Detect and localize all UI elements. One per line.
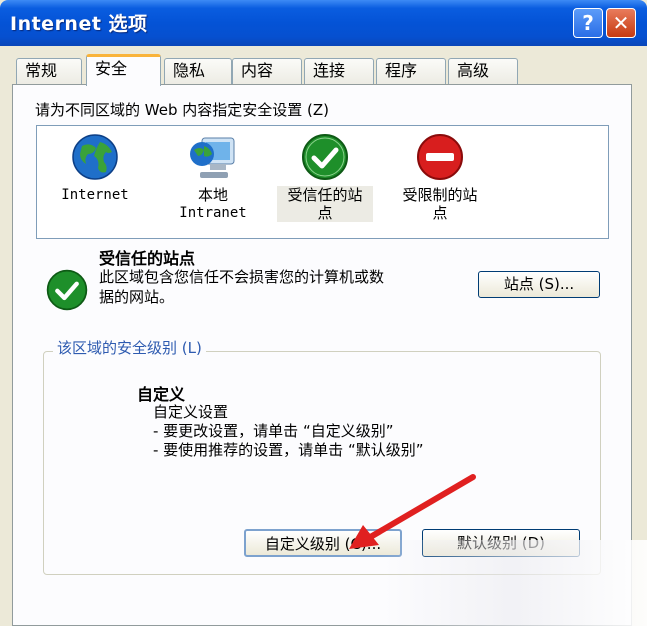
tab-security[interactable]: 安全 [86,54,161,86]
trusted-checkmark-icon [302,134,348,180]
tab-advanced[interactable]: 高级 [448,58,518,85]
zone-prompt: 请为不同区域的 Web 内容指定安全设置 (Z) [35,101,329,119]
selected-zone-description: 此区域包含您信任不会损害您的计算机或数据的网站。 [99,268,385,306]
title-bar[interactable]: Internet 选项 ? ✕ [0,0,647,46]
intranet-icon [190,137,235,178]
globe-icon [72,134,118,180]
tab-content[interactable]: 内容 [232,58,302,85]
zone-trusted-label-2: 点 [277,204,373,222]
tab-general[interactable]: 常规 [16,58,82,85]
tab-connections[interactable]: 连接 [304,58,374,85]
zone-restricted-sites[interactable]: 受限制的站 点 [392,132,488,222]
restricted-icon [417,134,463,180]
trusted-checkmark-icon [46,269,88,311]
internet-options-dialog: Internet 选项 ? ✕ 常规 安全 隐私 内容 连接 程序 高级 请为不… [0,0,647,626]
watermark-smudge [380,540,647,626]
window-title: Internet 选项 [10,13,148,35]
help-button[interactable]: ? [573,8,603,38]
tab-privacy[interactable]: 隐私 [164,58,232,85]
tab-programs[interactable]: 程序 [376,58,446,85]
zone-restricted-label-2: 点 [432,204,448,222]
security-level-legend: 该区域的安全级别 (L) [53,337,206,358]
security-level-description: 自定义设置 - 要更改设置，请单击 “自定义级别” - 要使用推荐的设置，请单击… [153,403,424,460]
zone-list[interactable]: Internet 本地 Intranet 受信任的站 点 受限制的站 点 [36,125,609,239]
level-line: - 要更改设置，请单击 “自定义级别” [153,422,394,440]
zone-restricted-label-1: 受限制的站 [402,186,478,204]
level-line: 自定义设置 [153,403,229,421]
zone-trusted-label-1: 受信任的站 [277,186,373,204]
zone-trusted-sites[interactable]: 受信任的站 点 [277,132,373,222]
zone-intranet-label-2: Intranet [179,205,247,221]
level-line: - 要使用推荐的设置，请单击 “默认级别” [153,441,424,459]
close-button[interactable]: ✕ [606,8,636,38]
selected-zone-title: 受信任的站点 [99,249,196,268]
sites-button[interactable]: 站点 (S)... [478,271,600,298]
zone-intranet-label-1: 本地 [197,186,228,204]
zone-local-intranet[interactable]: 本地 Intranet [165,132,261,222]
zone-internet-label: Internet [61,187,129,203]
zone-internet[interactable]: Internet [47,132,143,204]
security-level-title: 自定义 [137,385,186,404]
